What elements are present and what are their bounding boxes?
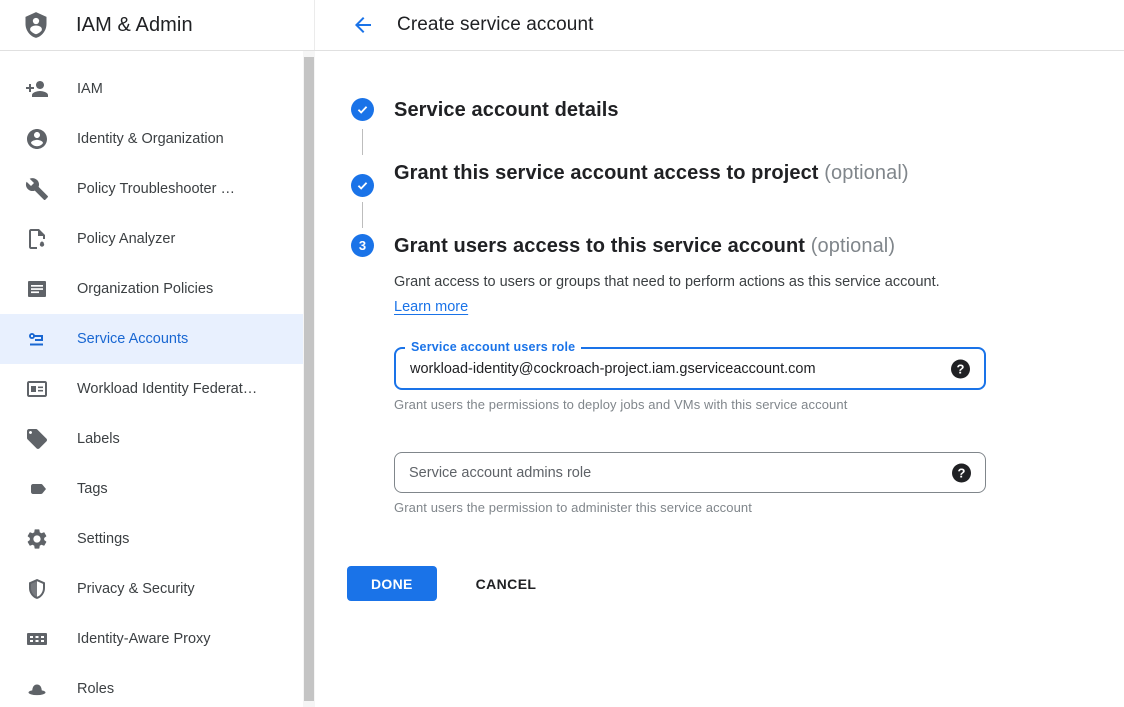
admins-role-helper-text: Grant users the permission to administer… [394,500,1124,515]
step-3-number-badge: 3 [351,234,374,257]
done-button[interactable]: DONE [347,566,437,601]
sidebar-item-label: Organization Policies [77,281,213,297]
step-connector [362,129,363,155]
sidebar-item-workload-identity-federation[interactable]: Workload Identity Federat… [0,364,303,414]
users-role-helper-text: Grant users the permissions to deploy jo… [394,397,1124,412]
sidebar-item-label: Policy Analyzer [77,231,175,247]
person-add-icon [25,77,49,101]
sidebar-scrollbar-thumb[interactable] [304,57,314,701]
step-connector [362,202,363,228]
step-3-title: Grant users access to this service accou… [394,233,895,260]
list-box-icon [25,277,49,301]
top-bar: IAM & Admin Create service account [0,0,1124,51]
shield-icon [25,577,49,601]
sidebar-item-label: Workload Identity Federat… [77,381,257,397]
step-2-title: Grant this service account access to pro… [394,160,909,187]
gear-icon [25,527,49,551]
price-tag-icon [25,427,49,451]
service-account-users-role-field: Service account users role ? [394,347,986,390]
page-header: Create service account [315,0,1124,50]
sidebar-item-tags[interactable]: Tags [0,464,303,514]
sidebar-item-identity-aware-proxy[interactable]: Identity-Aware Proxy [0,614,303,664]
sidebar-item-labels[interactable]: Labels [0,414,303,464]
users-role-input[interactable] [396,349,984,388]
sidebar-item-service-accounts[interactable]: Service Accounts [0,314,303,364]
users-role-help-icon[interactable]: ? [951,359,970,378]
sidebar: IAM Identity & Organization Policy Trouble… [0,51,315,707]
step-3: 3 Grant users access to this service acc… [351,233,1124,260]
section-description: Grant access to users or groups that nee… [394,270,954,320]
sidebar-item-policy-analyzer[interactable]: Policy Analyzer [0,214,303,264]
learn-more-link[interactable]: Learn more [394,299,468,315]
step-2: Grant this service account access to pro… [351,160,1124,197]
sidebar-item-label: Identity & Organization [77,131,224,147]
form-actions: DONE CANCEL [347,566,1124,601]
admins-role-help-icon[interactable]: ? [952,463,971,482]
card-icon [25,377,49,401]
app-title: IAM & Admin [76,14,193,37]
back-arrow-icon[interactable] [351,13,375,37]
sidebar-item-label: Labels [77,431,120,447]
service-account-admins-role-field: ? [394,452,986,493]
service-account-key-icon [25,327,49,351]
sidebar-item-policy-troubleshooter[interactable]: Policy Troubleshooter … [0,164,303,214]
product-header: IAM & Admin [0,0,315,50]
sidebar-item-label: Identity-Aware Proxy [77,631,211,647]
sidebar-item-identity-organization[interactable]: Identity & Organization [0,114,303,164]
sidebar-item-label: Privacy & Security [77,581,195,597]
hat-icon [25,677,49,701]
sidebar-item-label: IAM [77,81,103,97]
proxy-icon [25,627,49,651]
sidebar-item-label: Policy Troubleshooter … [77,181,235,197]
users-role-floating-label: Service account users role [405,340,581,354]
admins-role-input[interactable] [395,453,985,492]
step-3-optional-label: (optional) [811,235,895,257]
sidebar-item-iam[interactable]: IAM [0,64,303,114]
sidebar-item-roles[interactable]: Roles [0,664,303,707]
step-2-optional-label: (optional) [824,162,908,184]
cancel-button[interactable]: CANCEL [468,568,545,600]
sidebar-item-label: Settings [77,531,129,547]
create-service-account-form: Service account details Grant this servi… [315,51,1124,707]
gcp-console: IAM & Admin Create service account IAM Id… [0,0,1124,707]
step-1-title: Service account details [394,97,619,124]
sidebar-item-label: Roles [77,681,114,697]
step-1-check-icon [351,98,374,121]
sidebar-item-organization-policies[interactable]: Organization Policies [0,264,303,314]
step-2-check-icon [351,174,374,197]
sidebar-item-privacy-security[interactable]: Privacy & Security [0,564,303,614]
step-1: Service account details [351,97,1124,124]
iam-shield-logo-icon [22,10,50,40]
sidebar-item-settings[interactable]: Settings [0,514,303,564]
sidebar-item-label: Service Accounts [77,331,188,347]
document-gear-icon [25,227,49,251]
wrench-icon [25,177,49,201]
tag-arrow-icon [25,477,49,501]
account-circle-icon [25,127,49,151]
page-title: Create service account [397,14,594,36]
sidebar-item-label: Tags [77,481,108,497]
